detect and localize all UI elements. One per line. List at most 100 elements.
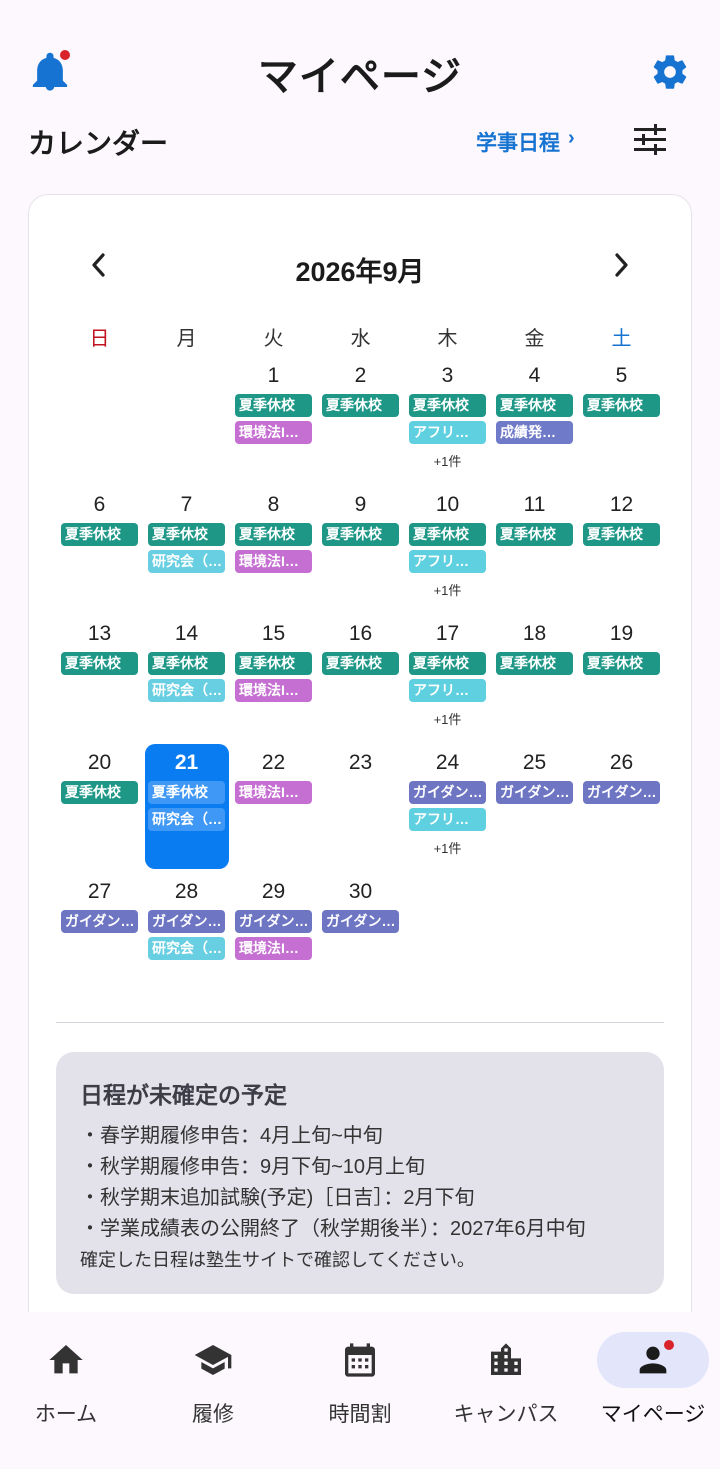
day-number[interactable]: 22: [230, 751, 317, 775]
calendar-event-chip[interactable]: 夏季休校: [235, 523, 312, 546]
nav-label: 履修: [192, 1403, 234, 1426]
day-number[interactable]: 25: [491, 751, 578, 775]
settings-gear-icon[interactable]: [650, 52, 690, 92]
calendar-event-chip[interactable]: 成績発…: [496, 421, 573, 444]
calendar-event-chip[interactable]: 夏季休校: [61, 523, 138, 546]
calendar-event-chip[interactable]: アフリ…: [409, 421, 486, 444]
calendar-event-chip[interactable]: 夏季休校: [148, 781, 225, 804]
day-number[interactable]: 29: [230, 880, 317, 904]
day-number[interactable]: 8: [230, 493, 317, 517]
calendar-event-chip[interactable]: ガイダン…: [409, 781, 486, 804]
undecided-schedule-item: ・春学期履修申告：4月上旬~中旬: [80, 1125, 383, 1147]
calendar-event-chip[interactable]: 研究会（…: [148, 937, 225, 960]
day-number[interactable]: 15: [230, 622, 317, 646]
calendar-event-chip[interactable]: 夏季休校: [409, 652, 486, 675]
day-number[interactable]: 23: [317, 751, 404, 775]
calendar-event-chip[interactable]: 夏季休校: [583, 652, 660, 675]
day-number[interactable]: 18: [491, 622, 578, 646]
calendar-event-chip[interactable]: 夏季休校: [583, 523, 660, 546]
day-number[interactable]: 12: [578, 493, 665, 517]
calendar-event-chip[interactable]: 夏季休校: [409, 523, 486, 546]
calendar-event-chip[interactable]: 夏季休校: [61, 652, 138, 675]
nav-campus[interactable]: キャンパス: [434, 1330, 578, 1430]
day-number[interactable]: 28: [143, 880, 230, 904]
calendar-event-chip[interactable]: 夏季休校: [61, 781, 138, 804]
undecided-schedule-item: ・秋学期末追加試験(予定)［日吉］：2月下旬: [80, 1187, 475, 1209]
calendar-event-chip[interactable]: 環境法I…: [235, 679, 312, 702]
day-number[interactable]: 19: [578, 622, 665, 646]
calendar-event-chip[interactable]: ガイダン…: [496, 781, 573, 804]
calendar-event-chip[interactable]: 夏季休校: [496, 394, 573, 417]
building-icon: [491, 1343, 521, 1375]
nav-label: マイページ: [600, 1403, 706, 1426]
calendar-event-chip[interactable]: 夏季休校: [496, 652, 573, 675]
nav-label: ホーム: [34, 1403, 98, 1426]
day-number[interactable]: 13: [56, 622, 143, 646]
more-events-label[interactable]: +1件: [404, 709, 491, 728]
calendar-event-chip[interactable]: 夏季休校: [148, 652, 225, 675]
day-number[interactable]: 7: [143, 493, 230, 517]
day-number[interactable]: 11: [491, 493, 578, 517]
day-number[interactable]: 9: [317, 493, 404, 517]
weekday-label: 火: [263, 328, 284, 350]
undecided-schedule-title: 日程が未確定の予定: [80, 1082, 287, 1108]
weekday-label: 木: [437, 328, 458, 350]
calendar-event-chip[interactable]: アフリ…: [409, 808, 486, 831]
day-number[interactable]: 20: [56, 751, 143, 775]
nav-mypage[interactable]: マイページ: [581, 1330, 720, 1430]
next-month-chevron-icon[interactable]: [610, 248, 634, 282]
day-number[interactable]: 6: [56, 493, 143, 517]
calendar-event-chip[interactable]: 研究会（…: [148, 808, 225, 831]
nav-courses[interactable]: 履修: [141, 1330, 285, 1430]
day-number[interactable]: 26: [578, 751, 665, 775]
calendar-event-chip[interactable]: ガイダン…: [148, 910, 225, 933]
day-number[interactable]: 21: [143, 751, 230, 775]
academic-schedule-link[interactable]: 学事日程: [476, 127, 560, 157]
more-events-label[interactable]: +1件: [404, 838, 491, 857]
day-number[interactable]: 14: [143, 622, 230, 646]
calendar-event-chip[interactable]: 環境法I…: [235, 937, 312, 960]
calendar-event-chip[interactable]: 夏季休校: [322, 523, 399, 546]
weekday-label: 水: [350, 328, 371, 350]
calendar-event-chip[interactable]: 夏季休校: [583, 394, 660, 417]
day-number[interactable]: 24: [404, 751, 491, 775]
day-number[interactable]: 2: [317, 364, 404, 388]
day-number[interactable]: 5: [578, 364, 665, 388]
calendar-event-chip[interactable]: ガイダン…: [322, 910, 399, 933]
calendar-event-chip[interactable]: 研究会（…: [148, 550, 225, 573]
weekday-label: 日: [89, 328, 110, 350]
weekday-label: 金: [524, 328, 545, 350]
calendar-event-chip[interactable]: 研究会（…: [148, 679, 225, 702]
notification-badge: [664, 1340, 674, 1350]
calendar-event-chip[interactable]: アフリ…: [409, 550, 486, 573]
nav-timetable[interactable]: 時間割: [288, 1330, 432, 1430]
undecided-schedule-item: ・学業成績表の公開終了（秋学期後半）：2027年6月中旬: [80, 1218, 586, 1240]
calendar-event-chip[interactable]: 夏季休校: [235, 394, 312, 417]
filter-settings-icon[interactable]: [632, 124, 668, 156]
day-number[interactable]: 30: [317, 880, 404, 904]
calendar-event-chip[interactable]: 夏季休校: [409, 394, 486, 417]
more-events-label[interactable]: +1件: [404, 451, 491, 470]
day-number[interactable]: 10: [404, 493, 491, 517]
calendar-event-chip[interactable]: 夏季休校: [496, 523, 573, 546]
more-events-label[interactable]: +1件: [404, 580, 491, 599]
calendar-event-chip[interactable]: ガイダン…: [235, 910, 312, 933]
calendar-event-chip[interactable]: 環境法I…: [235, 550, 312, 573]
day-number[interactable]: 1: [230, 364, 317, 388]
nav-label: キャンパス: [453, 1403, 559, 1426]
day-number[interactable]: 4: [491, 364, 578, 388]
calendar-event-chip[interactable]: 環境法I…: [235, 421, 312, 444]
calendar-event-chip[interactable]: ガイダン…: [583, 781, 660, 804]
nav-home[interactable]: ホーム: [0, 1330, 138, 1430]
calendar-event-chip[interactable]: 夏季休校: [148, 523, 225, 546]
day-number[interactable]: 16: [317, 622, 404, 646]
calendar-event-chip[interactable]: ガイダン…: [61, 910, 138, 933]
day-number[interactable]: 3: [404, 364, 491, 388]
calendar-event-chip[interactable]: 夏季休校: [322, 652, 399, 675]
calendar-event-chip[interactable]: 夏季休校: [235, 652, 312, 675]
day-number[interactable]: 27: [56, 880, 143, 904]
calendar-event-chip[interactable]: アフリ…: [409, 679, 486, 702]
day-number[interactable]: 17: [404, 622, 491, 646]
calendar-event-chip[interactable]: 夏季休校: [322, 394, 399, 417]
calendar-event-chip[interactable]: 環境法I…: [235, 781, 312, 804]
